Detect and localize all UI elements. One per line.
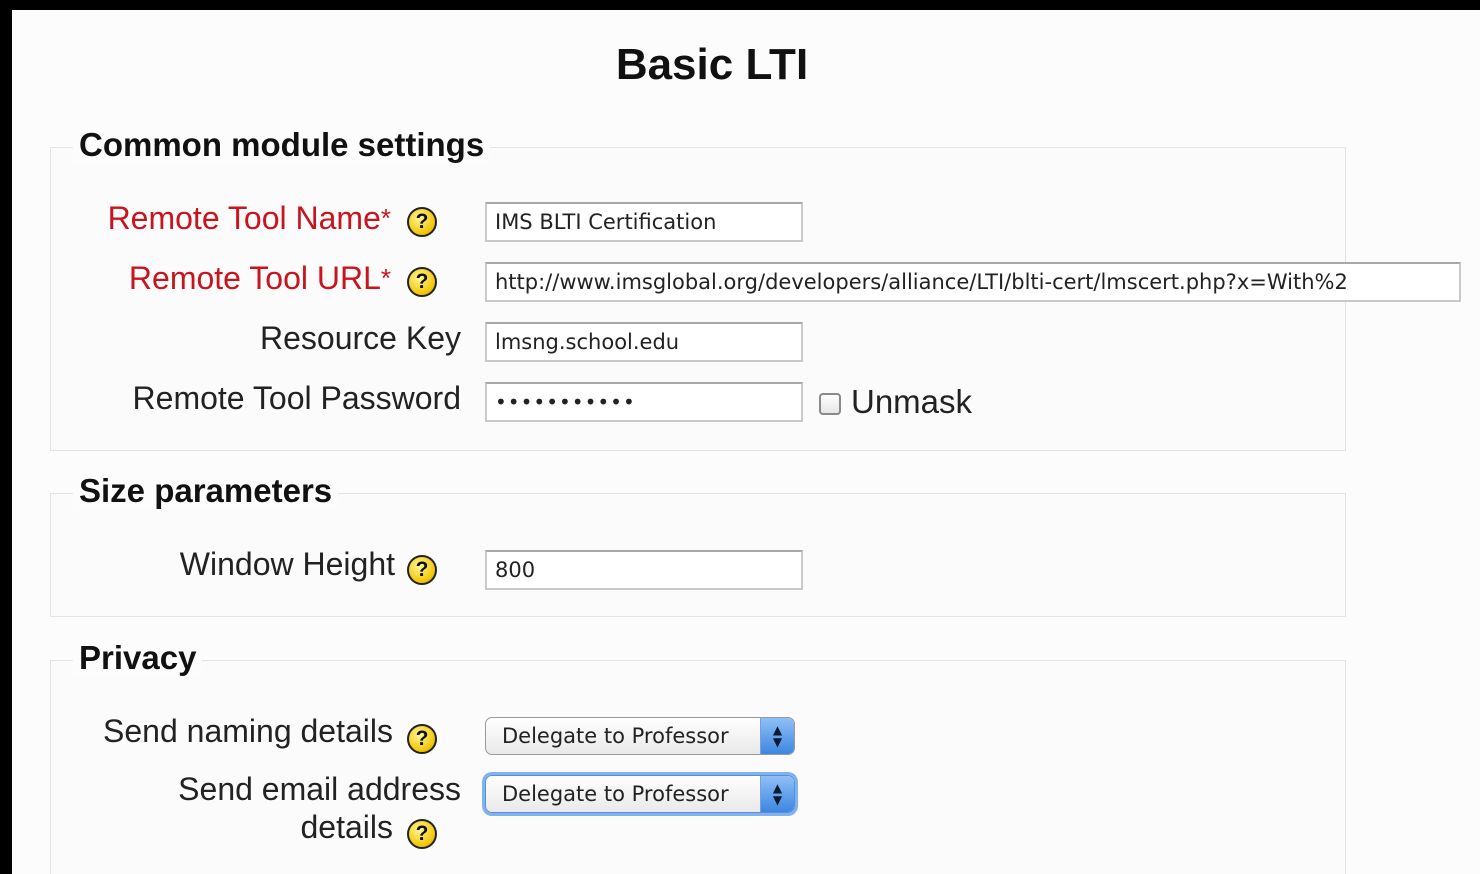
page-title: Basic LTI [615, 40, 809, 89]
up-down-arrows-icon: ▲ ▼ [760, 718, 794, 754]
unmask-checkbox[interactable] [819, 393, 841, 415]
help-icon[interactable]: ? [407, 555, 437, 585]
remote-tool-name-input[interactable]: IMS BLTI Certification [485, 202, 803, 242]
help-icon[interactable]: ? [407, 207, 437, 237]
field-label: Send naming details [103, 713, 393, 749]
resource-key-input[interactable]: lmsng.school.edu [485, 322, 803, 362]
field-label: Resource Key [260, 320, 461, 356]
selected-value: Delegate to Professor [502, 724, 729, 748]
field-label: Window Height [179, 546, 395, 582]
field-label: Send email address [178, 771, 461, 807]
field-label: Remote Tool Name* [107, 200, 391, 236]
send-email-address-select[interactable]: Delegate to Professor ▲ ▼ [485, 775, 795, 813]
fieldset-legend: Common module settings [73, 126, 491, 164]
fieldset-legend: Privacy [73, 639, 203, 677]
send-naming-details-select[interactable]: Delegate to Professor ▲ ▼ [485, 717, 795, 755]
help-icon[interactable]: ? [407, 267, 437, 297]
fieldset-privacy: Privacy Send naming details ? Delegate t… [50, 639, 1346, 874]
help-icon[interactable]: ? [407, 724, 437, 754]
fieldset-size-parameters: Size parameters Window Height ? 800 [50, 472, 1346, 617]
up-down-arrows-icon: ▲ ▼ [760, 776, 794, 812]
remote-tool-password-input[interactable]: ••••••••••• [485, 382, 803, 422]
remote-tool-url-input[interactable]: http://www.imsglobal.org/developers/alli… [485, 262, 1461, 302]
unmask-label[interactable]: Unmask [851, 382, 972, 422]
field-label: Remote Tool URL* [128, 260, 391, 296]
window-height-input[interactable]: 800 [485, 550, 803, 590]
required-mark: * [380, 203, 391, 233]
fieldset-common-module-settings: Common module settings Remote Tool Name*… [50, 126, 1461, 451]
fieldset-legend: Size parameters [73, 472, 339, 510]
required-mark: * [380, 263, 391, 293]
form-page: Basic LTI Common module settings Remote … [12, 10, 1480, 874]
help-icon[interactable]: ? [407, 819, 437, 849]
field-label: Remote Tool Password [132, 380, 461, 416]
field-label-continued: details [300, 809, 394, 845]
selected-value: Delegate to Professor [502, 782, 729, 806]
